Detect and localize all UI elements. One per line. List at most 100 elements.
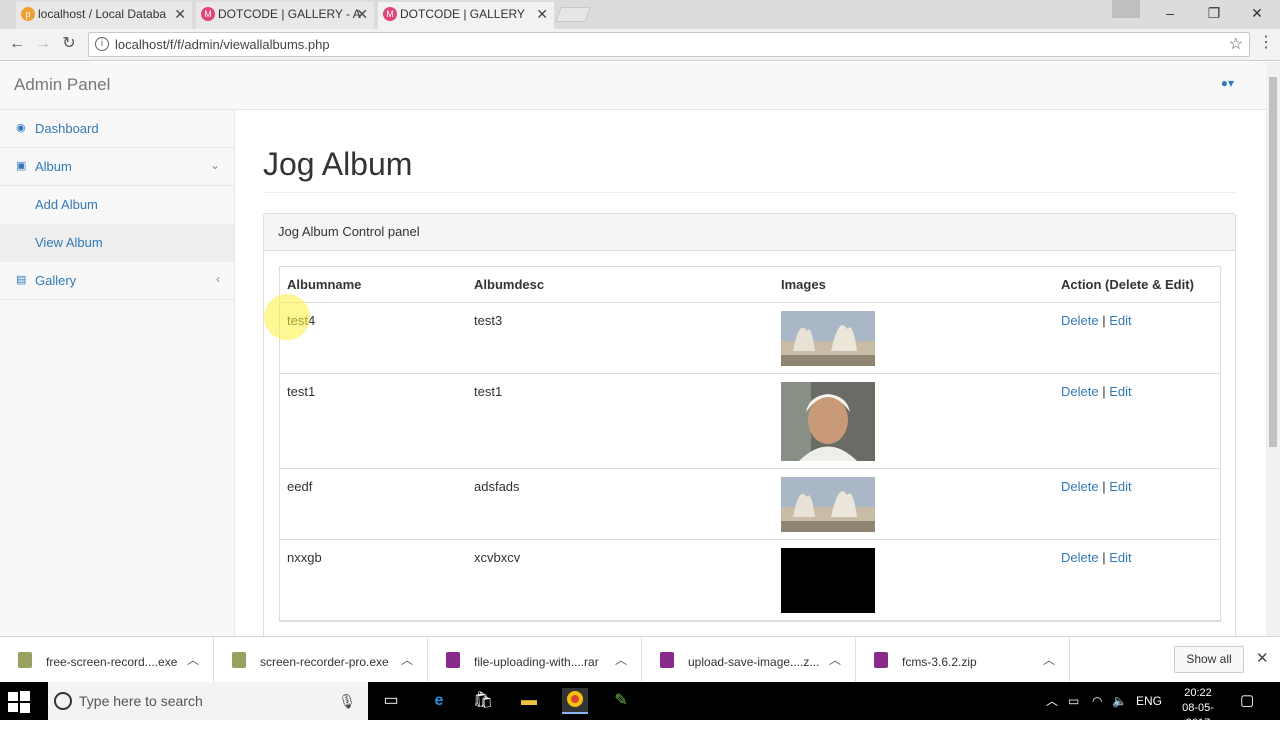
file-explorer-icon[interactable]: ▬ <box>518 690 540 712</box>
edge-icon[interactable]: e <box>428 690 450 712</box>
browser-tab[interactable]: M DOTCODE | GALLERY - A ✕ <box>196 2 374 29</box>
edit-link[interactable]: Edit <box>1109 479 1131 494</box>
download-item[interactable]: file-uploading-with....rar ︿ <box>428 637 642 683</box>
sidebar-item-view-album[interactable]: View Album <box>0 224 234 262</box>
row-actions: Delete | Edit <box>1061 479 1132 494</box>
brand-title[interactable]: Admin Panel <box>14 62 110 108</box>
chevron-up-icon[interactable]: ︿ <box>829 637 841 683</box>
download-item[interactable]: fcms-3.6.2.zip ︿ <box>856 637 1070 683</box>
microphone-icon[interactable]: 🎙 <box>338 682 356 720</box>
chrome-icon[interactable] <box>562 688 588 714</box>
page-scrollbar[interactable] <box>1266 62 1280 636</box>
albums-table: Albumname Albumdesc Images Action (Delet… <box>279 266 1221 622</box>
windows-start-icon[interactable] <box>8 691 30 713</box>
download-name: screen-recorder-pro.exe <box>260 655 389 669</box>
download-item[interactable]: upload-save-image....z... ︿ <box>642 637 856 683</box>
notification-icon[interactable]: ▢ <box>1240 682 1254 720</box>
show-all-button[interactable]: Show all <box>1174 646 1244 673</box>
chevron-up-icon[interactable]: ︿ <box>187 637 199 683</box>
chevron-up-icon[interactable]: ︿ <box>1043 637 1055 683</box>
sidebar-item-album[interactable]: ▣ Album ⌄ <box>0 148 234 186</box>
chevron-up-icon[interactable]: ︿ <box>1046 682 1058 720</box>
close-icon[interactable]: ✕ <box>1256 649 1269 667</box>
chevron-left-icon: ‹ <box>216 272 220 286</box>
row-actions: Delete | Edit <box>1061 550 1132 565</box>
separator: | <box>1102 479 1106 494</box>
edit-link[interactable]: Edit <box>1109 550 1131 565</box>
browser-tab[interactable]: p localhost / Local Databa ✕ <box>16 2 192 29</box>
profile-icon[interactable] <box>1112 0 1140 18</box>
archive-file-icon <box>874 652 888 668</box>
info-icon[interactable]: i <box>95 37 109 51</box>
main-content: Jog Album Jog Album Control panel Albumn… <box>235 110 1266 636</box>
close-icon[interactable]: ✕ <box>536 2 548 26</box>
site-favicon-icon: M <box>201 7 215 21</box>
language-indicator[interactable]: ENG <box>1136 682 1162 720</box>
menu-dots-icon[interactable]: ⋮ <box>1258 32 1274 52</box>
top-navbar: Admin Panel ●▾ <box>0 62 1266 110</box>
delete-link[interactable]: Delete <box>1061 313 1099 328</box>
back-icon[interactable]: ← <box>6 33 28 55</box>
tab-title: DOTCODE | GALLERY - A <box>218 7 361 21</box>
chevron-up-icon[interactable]: ︿ <box>615 637 627 683</box>
download-name: upload-save-image....z... <box>688 655 820 669</box>
url-text[interactable]: localhost/f/f/admin/viewallalbums.php <box>115 33 330 57</box>
browser-tab-active[interactable]: M DOTCODE | GALLERY ✕ <box>378 2 554 29</box>
close-icon[interactable]: ✕ <box>174 2 186 26</box>
close-window-icon[interactable]: ✕ <box>1237 0 1277 28</box>
exe-file-icon <box>18 652 32 668</box>
phpmyadmin-icon: p <box>21 7 35 21</box>
album-name: nxxgb <box>287 550 322 565</box>
bookmark-star-icon[interactable]: ☆ <box>1229 33 1243 56</box>
clock-date: 08-05-2017 <box>1182 702 1214 729</box>
forward-icon[interactable]: → <box>32 33 54 55</box>
address-bar[interactable]: i localhost/f/f/admin/viewallalbums.php … <box>88 32 1250 57</box>
volume-icon[interactable]: 🔈 <box>1112 682 1127 720</box>
sidebar-item-add-album[interactable]: Add Album <box>0 186 234 224</box>
chrome-logo <box>567 691 583 707</box>
download-item[interactable]: screen-recorder-pro.exe ︿ <box>214 637 428 683</box>
wifi-icon[interactable]: ◠ <box>1092 682 1102 720</box>
scrollbar-thumb[interactable] <box>1269 77 1277 447</box>
browser-toolbar: ← → ↻ i localhost/f/f/admin/viewallalbum… <box>0 29 1280 61</box>
column-header: Albumdesc <box>474 277 545 292</box>
cortana-icon <box>54 692 72 710</box>
chevron-up-icon[interactable]: ︿ <box>401 637 413 683</box>
sidebar-item-label: Album <box>35 159 72 174</box>
notepad-icon[interactable]: ✎ <box>610 690 632 712</box>
taskbar: Type here to search 🎙 ▭ e 🛍 ▬ ✎ ︿ ▭ ◠ 🔈 … <box>0 682 1280 729</box>
clock[interactable]: 20:22 08-05-2017 <box>1170 686 1226 731</box>
separator: | <box>1102 550 1106 565</box>
edit-link[interactable]: Edit <box>1109 384 1131 399</box>
separator: | <box>1102 313 1106 328</box>
task-view-icon[interactable]: ▭ <box>380 690 402 712</box>
sidebar-item-label: Gallery <box>35 273 77 288</box>
battery-icon[interactable]: ▭ <box>1068 682 1079 720</box>
delete-link[interactable]: Delete <box>1061 384 1099 399</box>
row-actions: Delete | Edit <box>1061 313 1132 328</box>
edit-link[interactable]: Edit <box>1109 313 1131 328</box>
panel-heading: Jog Album Control panel <box>264 214 1235 251</box>
separator: | <box>1102 384 1106 399</box>
delete-link[interactable]: Delete <box>1061 479 1099 494</box>
taskbar-search[interactable]: Type here to search 🎙 <box>48 682 368 720</box>
sidebar-item-dashboard[interactable]: ◉ Dashboard <box>0 110 234 148</box>
new-tab-button[interactable] <box>555 7 591 22</box>
search-placeholder: Type here to search <box>79 693 203 709</box>
album-desc: test1 <box>474 384 503 399</box>
close-icon[interactable]: ✕ <box>356 2 368 26</box>
sidebar-item-gallery[interactable]: ▤ Gallery ‹ <box>0 262 234 300</box>
cursor-highlight <box>264 294 310 340</box>
archive-file-icon <box>660 652 674 668</box>
reload-icon[interactable]: ↻ <box>58 33 80 55</box>
download-item[interactable]: free-screen-record....exe ︿ <box>0 637 214 683</box>
store-icon[interactable]: 🛍 <box>472 690 494 712</box>
album-desc: adsfads <box>474 479 520 494</box>
restore-icon[interactable]: ❐ <box>1194 0 1234 28</box>
minimize-icon[interactable]: – <box>1150 0 1190 28</box>
album-thumbnail <box>781 382 875 461</box>
delete-link[interactable]: Delete <box>1061 550 1099 565</box>
column-header: Images <box>781 277 826 292</box>
table-row: nxxgb xcvbxcv Delete | Edit <box>280 540 1220 621</box>
user-menu-icon[interactable]: ●▾ <box>1221 76 1234 90</box>
